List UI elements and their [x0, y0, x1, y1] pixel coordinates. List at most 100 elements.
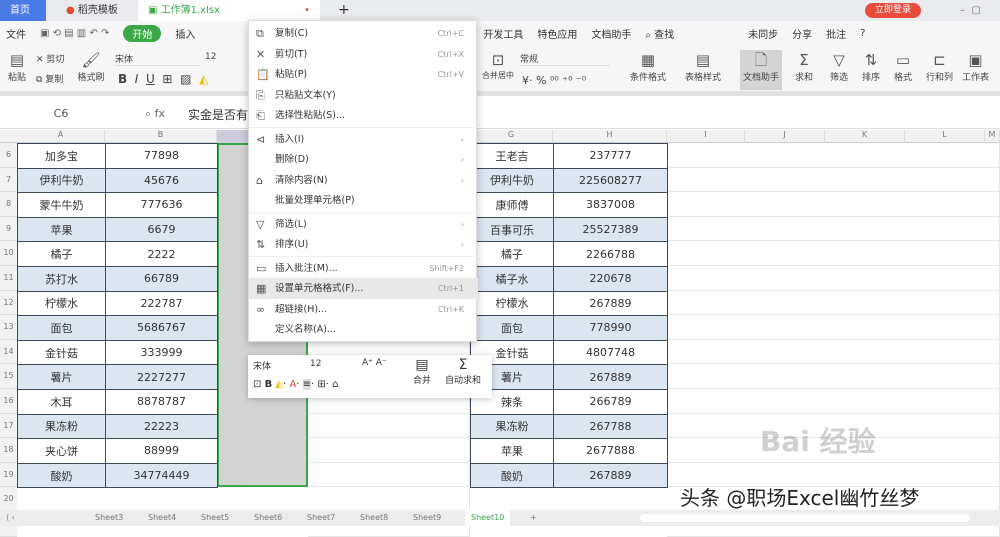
row-header[interactable]: 9: [0, 216, 17, 242]
value-cell[interactable]: 2227277: [105, 364, 218, 390]
grid-row[interactable]: [667, 364, 1000, 389]
sheet-tab[interactable]: Sheet8: [360, 510, 388, 526]
column-header-J[interactable]: J: [745, 130, 825, 143]
sheet-tab[interactable]: Sheet7: [307, 510, 335, 526]
value-cell[interactable]: 25527389: [553, 216, 668, 243]
name-cell[interactable]: 康师傅: [470, 192, 554, 218]
font-size-select[interactable]: 12: [205, 52, 245, 62]
value-cell[interactable]: 267889: [553, 364, 668, 390]
table-style-button[interactable]: ▤ 表格样式: [685, 50, 721, 83]
value-cell[interactable]: 8878787: [105, 389, 218, 415]
grid-row[interactable]: [667, 143, 1000, 168]
menu-home[interactable]: 开始: [123, 25, 162, 42]
menu-insert[interactable]: 插入: [175, 26, 195, 41]
menu-doc-assistant[interactable]: 文档助手: [591, 26, 631, 41]
value-cell[interactable]: 22223: [105, 413, 218, 440]
name-cell[interactable]: 木耳: [17, 389, 106, 415]
row-header[interactable]: 13: [0, 315, 17, 340]
value-cell[interactable]: 45676: [105, 167, 218, 194]
value-cell[interactable]: 220678: [553, 266, 668, 292]
value-cell[interactable]: 2222: [105, 241, 218, 267]
name-cell[interactable]: 柠檬水: [17, 290, 106, 317]
row-header[interactable]: 15: [0, 364, 17, 389]
font-style-buttons[interactable]: B I U ⊞ ▨ ◭: [118, 72, 208, 86]
context-menu-item[interactable]: ⎘ 只粘贴文本(Y): [249, 85, 478, 106]
share-button[interactable]: 分享: [792, 26, 812, 41]
value-cell[interactable]: 333999: [105, 339, 218, 366]
context-menu-item[interactable]: ▭ 插入批注(M)... Shift+F2: [249, 258, 478, 279]
menu-file[interactable]: 文件: [6, 26, 26, 41]
sheet-tab[interactable]: Sheet9: [413, 510, 441, 526]
context-menu-item[interactable]: ∞ 超链接(H)... Ctrl+K: [249, 299, 478, 320]
quick-access-icons[interactable]: ▣ ⟲ ▤ ▥ ↶ ↷: [40, 28, 109, 39]
tab-template[interactable]: ● 稻壳模板: [56, 0, 136, 21]
format-painter-button[interactable]: 🖌 格式刷: [76, 50, 106, 83]
value-cell[interactable]: 5686767: [105, 315, 218, 341]
name-cell[interactable]: 苹果: [17, 216, 106, 243]
name-cell[interactable]: 百事可乐: [470, 216, 554, 243]
context-menu-item[interactable]: 批量处理单元格(P): [249, 190, 478, 211]
name-cell[interactable]: 面包: [470, 315, 554, 341]
context-menu-item[interactable]: ✕ 剪切(T) Ctrl+X: [249, 44, 478, 65]
row-header[interactable]: 16: [0, 389, 17, 414]
name-cell[interactable]: 伊利牛奶: [17, 167, 106, 194]
row-header[interactable]: 11: [0, 266, 17, 291]
row-header[interactable]: 10: [0, 241, 17, 266]
grid-row[interactable]: [667, 241, 1000, 266]
format-button[interactable]: ▭ 格式: [894, 50, 912, 83]
cond-format-button[interactable]: ▦ 条件格式: [630, 50, 666, 83]
sheet-tab[interactable]: Sheet10: [465, 510, 511, 526]
grid-row[interactable]: [667, 339, 1000, 365]
name-cell[interactable]: 橘子水: [470, 266, 554, 292]
context-menu-item[interactable]: 定义名称(A)...: [249, 319, 478, 340]
fx-icon[interactable]: ⌕ fx: [145, 107, 165, 121]
grid-row[interactable]: [667, 266, 1000, 291]
name-cell[interactable]: 伊利牛奶: [470, 167, 554, 194]
value-cell[interactable]: 266789: [553, 389, 668, 415]
column-header-B[interactable]: B: [105, 130, 217, 143]
sheet-tab[interactable]: Sheet6: [254, 510, 282, 526]
paste-button[interactable]: ▤ 粘贴: [2, 50, 32, 83]
name-cell[interactable]: 果冻粉: [470, 413, 554, 440]
add-sheet-button[interactable]: +: [530, 510, 537, 526]
comment-button[interactable]: 批注: [826, 26, 846, 41]
context-menu-item[interactable]: 删除(D) ›: [249, 149, 478, 170]
number-buttons[interactable]: ¥· % ⁰⁰ ⁺⁰ ⁻⁰: [522, 74, 586, 87]
name-cell[interactable]: 夹心饼: [17, 438, 106, 464]
name-cell[interactable]: 柠檬水: [470, 290, 554, 317]
value-cell[interactable]: 267788: [553, 413, 668, 440]
sheet-nav-arrows[interactable]: ⟨ ‹: [6, 510, 15, 526]
value-cell[interactable]: 66789: [105, 266, 218, 292]
row-header[interactable]: 19: [0, 462, 17, 488]
filter-button[interactable]: ▽ 筛选: [830, 50, 848, 83]
grid-row[interactable]: [308, 413, 470, 439]
tab-workbook[interactable]: ▣ 工作簿1.xlsx •: [138, 0, 320, 21]
row-header[interactable]: 14: [0, 339, 17, 365]
rowcol-button[interactable]: ⊏ 行和列: [926, 50, 953, 83]
grid-row[interactable]: [667, 290, 1000, 316]
context-menu-item[interactable]: ▽ 筛选(L) ›: [249, 214, 478, 235]
doc-assist-button[interactable]: 🗋 文档助手: [740, 50, 782, 90]
mini-merge-button[interactable]: ▤ 合并: [413, 357, 431, 386]
grid-row[interactable]: [667, 167, 1000, 193]
name-cell[interactable]: 面包: [17, 315, 106, 341]
grid-row[interactable]: [308, 438, 470, 463]
context-menu-item[interactable]: ⇅ 排序(U) ›: [249, 234, 478, 255]
number-format-select[interactable]: 常规: [520, 52, 610, 66]
context-menu-item[interactable]: ⊲ 插入(I) ›: [249, 129, 478, 150]
name-cell[interactable]: 王老吉: [470, 143, 554, 169]
font-select[interactable]: 宋体: [115, 52, 200, 66]
column-header-H[interactable]: H: [553, 130, 667, 143]
value-cell[interactable]: 237777: [553, 143, 668, 169]
value-cell[interactable]: 3837008: [553, 192, 668, 218]
copy-button[interactable]: ⧉ 复制: [36, 72, 63, 85]
help-icon[interactable]: ?: [860, 28, 865, 39]
mini-size-select[interactable]: 12: [310, 359, 355, 369]
sync-button[interactable]: 未同步: [748, 26, 778, 41]
close-tab-icon[interactable]: •: [304, 0, 310, 21]
mini-font-select[interactable]: 宋体: [253, 359, 308, 372]
window-controls[interactable]: – ▢: [950, 0, 991, 21]
row-header[interactable]: 12: [0, 290, 17, 316]
value-cell[interactable]: 225608277: [553, 167, 668, 194]
value-cell[interactable]: 4807748: [553, 339, 668, 366]
